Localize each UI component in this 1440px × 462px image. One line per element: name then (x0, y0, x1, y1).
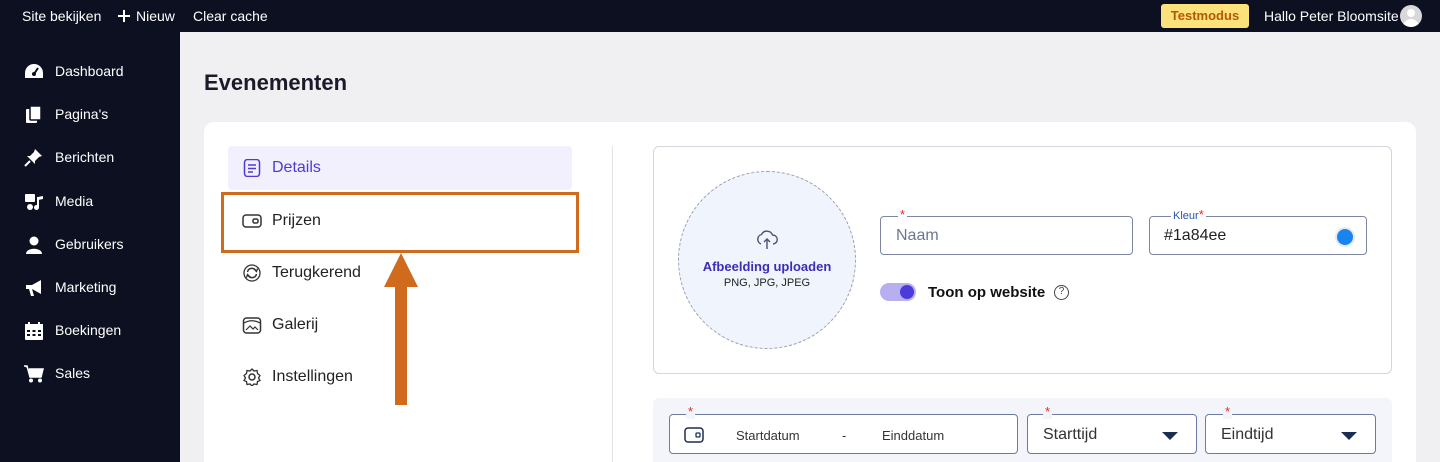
upload-formats: PNG, JPG, JPEG (723, 277, 811, 289)
name-field[interactable]: * (880, 208, 1133, 255)
vertical-divider (612, 146, 613, 462)
sidebar-item-pages[interactable]: Pagina's (0, 95, 180, 135)
sidebar-item-marketing[interactable]: Marketing (0, 268, 180, 308)
name-input[interactable] (896, 227, 1096, 245)
sidebar-item-label: Berichten (55, 149, 115, 165)
sidebar-item-label: Pagina's (55, 106, 109, 122)
admin-top-bar: Site bekijken Nieuw Clear cache Testmodu… (0, 0, 1440, 32)
required-mark: * (1043, 404, 1053, 419)
date-separator: - (842, 428, 847, 443)
end-time-placeholder: Eindtijd (1221, 426, 1274, 443)
user-icon (26, 236, 42, 254)
sidebar-item-media[interactable]: Media (0, 182, 180, 222)
calendar-icon (25, 322, 43, 340)
pin-icon (24, 149, 42, 167)
avatar[interactable] (1400, 5, 1422, 27)
repeat-icon (243, 264, 261, 282)
color-field-label: Kleur* (1171, 207, 1206, 223)
show-on-website-toggle[interactable] (880, 283, 916, 301)
admin-sidebar: Dashboard Pagina's Berichten Media Gebru… (0, 32, 180, 462)
required-mark: * (1223, 404, 1233, 419)
cart-icon (24, 365, 44, 383)
wallet-icon (684, 427, 704, 443)
sidebar-item-label: Marketing (55, 279, 117, 295)
required-mark: * (898, 207, 908, 223)
highlight-annotation-box (221, 192, 579, 253)
user-greeting[interactable]: Hallo Peter Bloomsite (1264, 8, 1399, 24)
media-icon (25, 194, 43, 210)
pages-icon (26, 106, 42, 123)
end-time-select[interactable]: Eindtijd (1205, 414, 1376, 454)
new-label: Nieuw (136, 8, 175, 24)
plus-icon (118, 10, 130, 22)
tab-label: Galerij (272, 316, 319, 333)
tab-label: Details (272, 159, 321, 176)
arrow-up-annotation (384, 253, 418, 405)
start-time-select[interactable]: Starttijd (1027, 414, 1197, 454)
start-date-placeholder: Startdatum (736, 428, 800, 443)
sidebar-item-label: Boekingen (55, 322, 122, 338)
sidebar-item-users[interactable]: Gebruikers (0, 225, 180, 265)
document-icon (243, 159, 261, 177)
caret-down-icon (1162, 432, 1178, 440)
sidebar-item-bookings[interactable]: Boekingen (0, 311, 180, 351)
cloud-upload-icon (757, 230, 778, 249)
tab-label: Instellingen (272, 368, 353, 385)
color-swatch[interactable] (1335, 227, 1355, 247)
sidebar-item-label: Gebruikers (55, 236, 124, 252)
gallery-icon (242, 317, 262, 334)
test-mode-badge: Testmodus (1161, 4, 1249, 28)
toggle-knob (900, 285, 914, 299)
sidebar-item-label: Media (55, 193, 94, 209)
dashboard-icon (25, 64, 43, 78)
tab-details[interactable]: Details (228, 146, 572, 190)
settings-icon (243, 368, 261, 386)
sidebar-item-sales[interactable]: Sales (0, 354, 180, 394)
page-title: Evenementen (204, 70, 348, 95)
color-value: #1a84ee (1164, 227, 1227, 244)
clear-cache-link[interactable]: Clear cache (193, 8, 268, 24)
new-menu[interactable]: Nieuw (118, 8, 175, 24)
sidebar-item-dashboard[interactable]: Dashboard (0, 52, 180, 92)
end-date-placeholder: Einddatum (882, 428, 945, 443)
sidebar-item-posts[interactable]: Berichten (0, 138, 180, 178)
sidebar-item-label: Sales (55, 365, 91, 381)
caret-down-icon (1341, 432, 1357, 440)
tab-label: Terugkerend (272, 264, 361, 281)
required-mark: * (686, 404, 696, 419)
sidebar-item-label: Dashboard (55, 63, 124, 79)
megaphone-icon (26, 280, 41, 296)
upload-title: Afbeelding uploaden (702, 259, 832, 274)
site-view-link[interactable]: Site bekijken (22, 8, 101, 24)
help-icon[interactable]: ? (1054, 285, 1069, 300)
start-time-placeholder: Starttijd (1043, 426, 1098, 443)
show-on-website-label: Toon op website (928, 284, 1046, 301)
date-range-picker[interactable]: Startdatum - Einddatum (669, 414, 1018, 454)
